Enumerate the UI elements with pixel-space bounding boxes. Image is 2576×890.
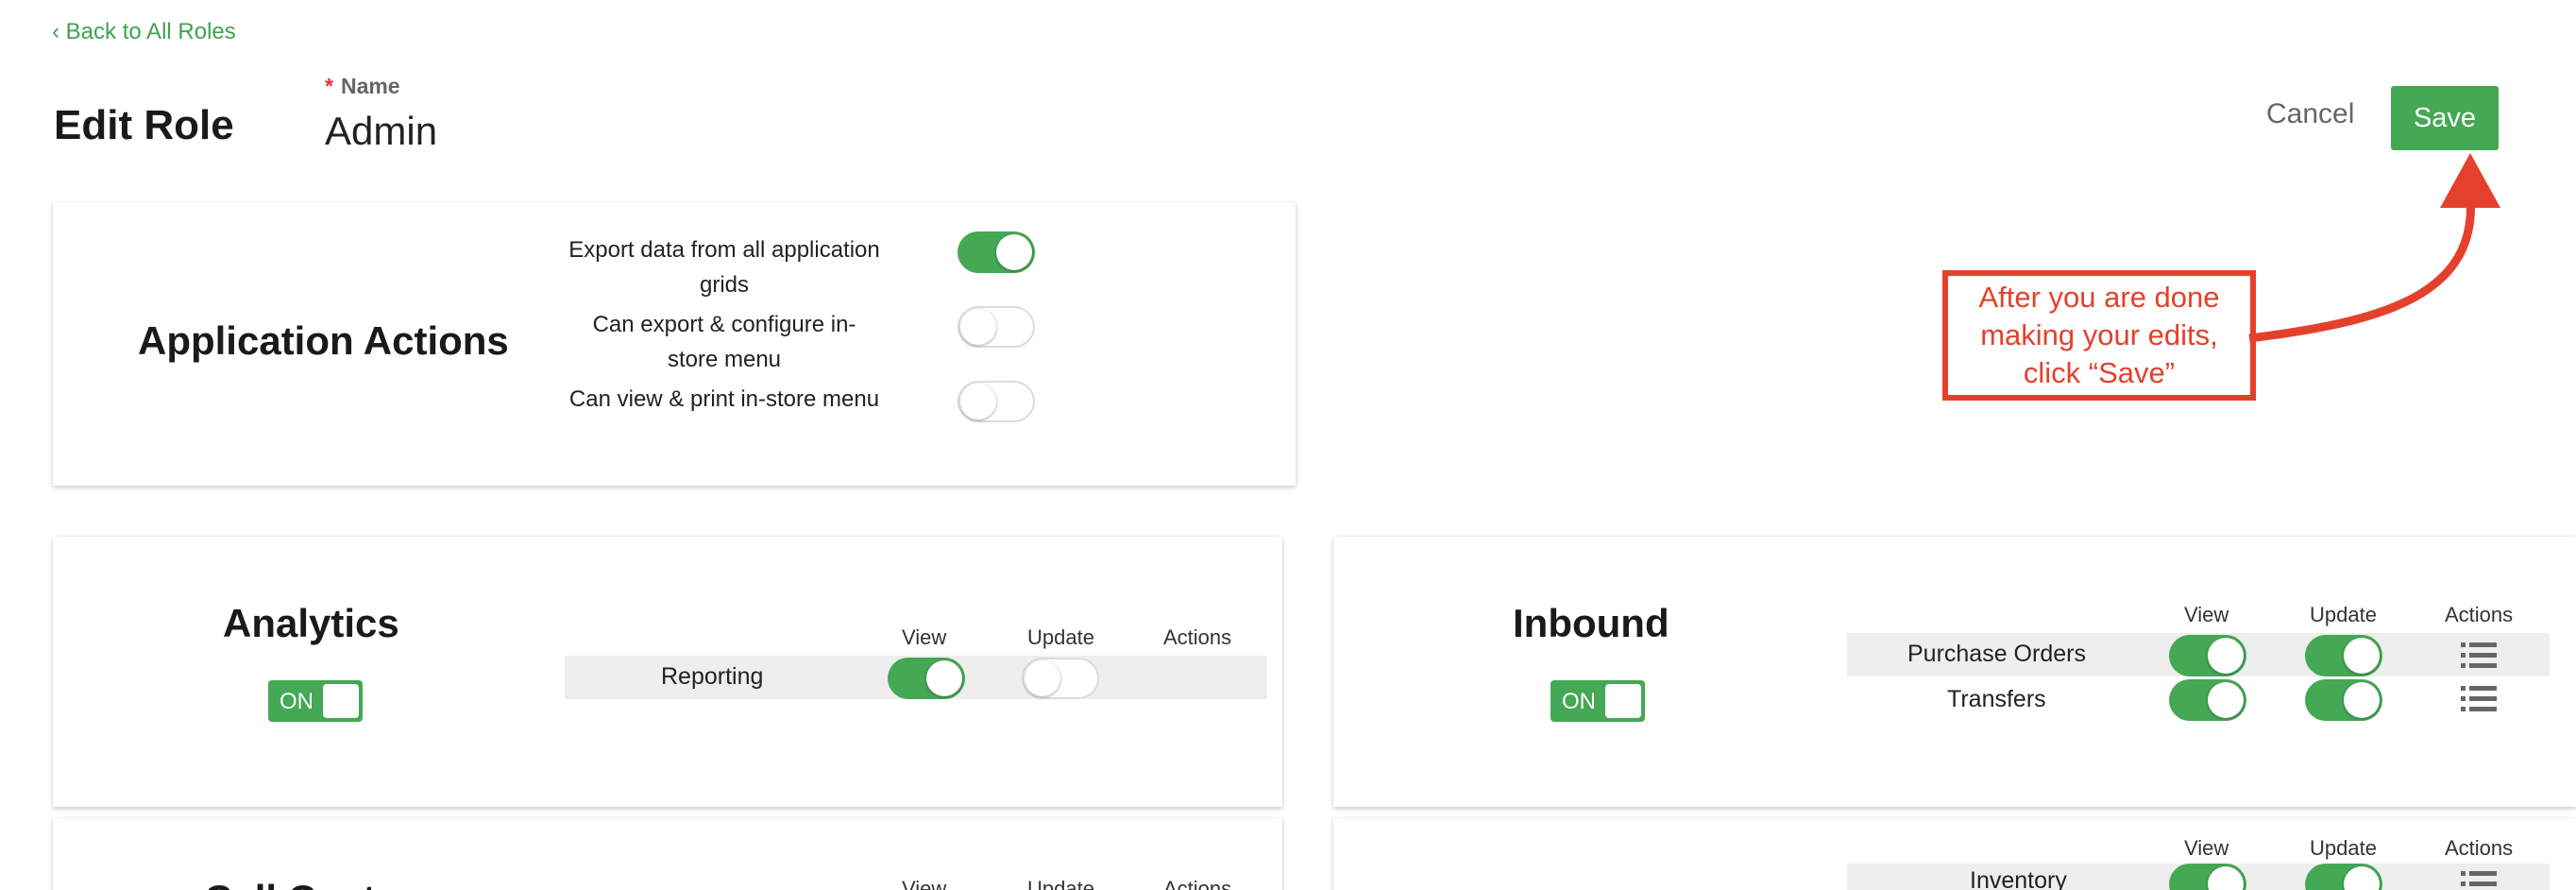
- analytics-update-header: Update: [1027, 625, 1094, 649]
- inventory-actions-header: Actions: [2445, 836, 2514, 860]
- save-button[interactable]: Save: [2391, 86, 2499, 150]
- inbound-actions-header: Actions: [2445, 603, 2514, 626]
- row-label-transfers: Transfers: [1947, 686, 2046, 712]
- analytics-actions-header: Actions: [1163, 625, 1232, 649]
- inventory-view-toggle[interactable]: [2169, 864, 2246, 890]
- analytics-view-header: View: [902, 625, 947, 649]
- inbound-view-header: View: [2184, 603, 2229, 626]
- inventory-update-header: Update: [2310, 836, 2377, 860]
- call-center-actions-header: Actions: [1163, 877, 1232, 890]
- inbound-update-header: Update: [2310, 603, 2377, 626]
- annotation-arrow: [2248, 153, 2500, 343]
- reporting-view-toggle[interactable]: [888, 658, 965, 699]
- export-menu-toggle[interactable]: [958, 306, 1035, 348]
- list-icon[interactable]: [2461, 642, 2497, 669]
- application-actions-title: Application Actions: [138, 318, 509, 363]
- app-action-label-export-menu: Can export & configure in-store menu: [592, 312, 856, 372]
- annotation-callout: After you are done making your edits, cl…: [1942, 270, 2256, 401]
- purchase-orders-update-toggle[interactable]: [2305, 635, 2382, 676]
- chevron-left-icon: ‹: [52, 19, 66, 44]
- reporting-update-toggle[interactable]: [1022, 658, 1099, 699]
- transfers-view-toggle[interactable]: [2169, 679, 2246, 721]
- call-center-view-header: View: [902, 877, 947, 890]
- export-grids-toggle[interactable]: [958, 231, 1035, 273]
- app-action-label-export-grids: Export data from all application grids: [568, 237, 880, 298]
- row-label-inventory: Inventory: [1970, 867, 2067, 890]
- inbound-title: Inbound: [1513, 601, 1669, 645]
- row-label-reporting: Reporting: [661, 663, 764, 690]
- cancel-button[interactable]: Cancel: [2266, 98, 2354, 130]
- required-mark: *: [325, 74, 333, 98]
- analytics-title: Analytics: [223, 601, 399, 645]
- analytics-on-switch[interactable]: ON: [268, 680, 363, 722]
- name-label: * Name: [325, 74, 400, 98]
- page-title: Edit Role: [54, 102, 234, 148]
- app-action-label-print-menu: Can view & print in-store menu: [568, 386, 880, 412]
- inventory-update-toggle[interactable]: [2305, 864, 2382, 890]
- inventory-view-header: View: [2184, 836, 2229, 860]
- inbound-on-switch[interactable]: ON: [1551, 680, 1645, 722]
- list-icon[interactable]: [2461, 686, 2497, 712]
- purchase-orders-view-toggle[interactable]: [2169, 635, 2246, 676]
- transfers-update-toggle[interactable]: [2305, 679, 2382, 721]
- back-to-all-roles-link[interactable]: ‹ Back to All Roles: [52, 19, 236, 45]
- role-name-field[interactable]: Admin: [325, 109, 437, 154]
- print-menu-toggle[interactable]: [958, 381, 1035, 422]
- row-label-purchase-orders: Purchase Orders: [1907, 641, 2086, 667]
- callout-text: After you are done making your edits, cl…: [1978, 281, 2220, 389]
- call-center-title: Call Center: [204, 877, 414, 890]
- list-icon[interactable]: [2461, 871, 2497, 890]
- call-center-update-header: Update: [1027, 877, 1094, 890]
